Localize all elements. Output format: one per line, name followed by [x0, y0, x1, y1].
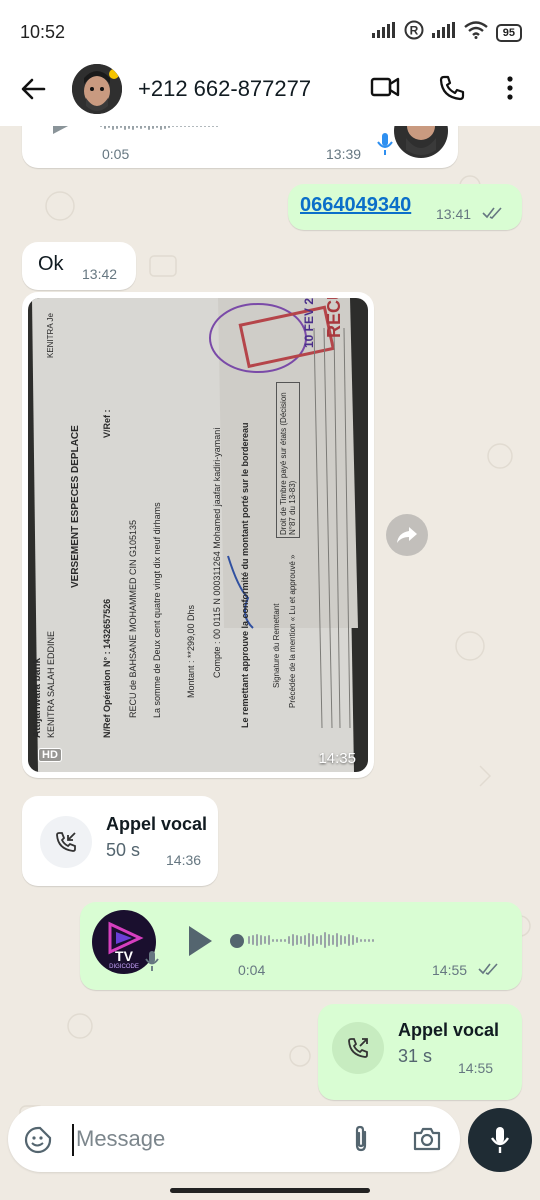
- message-outgoing-phone[interactable]: 0664049340 13:41: [288, 184, 522, 230]
- call-icon-circle: [332, 1022, 384, 1074]
- wifi-icon: [463, 21, 488, 44]
- voice-record-button[interactable]: [468, 1108, 532, 1172]
- receipt-stamp-date: 10 FEV 202: [302, 298, 316, 348]
- home-indicator[interactable]: [170, 1188, 370, 1193]
- call-title: Appel vocal: [398, 1020, 500, 1040]
- paperclip-icon[interactable]: [350, 1124, 372, 1159]
- receipt-timbre: Droit de Timbre payé sur états (Décision…: [276, 382, 300, 538]
- phone-number-link[interactable]: 0664049340: [300, 194, 411, 217]
- receipt-stamp-word: RECU: [324, 298, 344, 338]
- receipt-mention: Précédée de la mention « Lu et approuvé …: [288, 554, 297, 708]
- message-time: 14:55: [458, 1060, 494, 1076]
- composer-bar: Message: [0, 1104, 540, 1174]
- receipt-montant: Montant : **299,00 Dhs: [186, 604, 196, 698]
- more-vertical-icon[interactable]: [500, 74, 520, 107]
- double-check-icon: [478, 962, 500, 981]
- system-nav-bar: [0, 1180, 540, 1200]
- play-icon[interactable]: [186, 926, 214, 961]
- message-text: Ok: [38, 253, 64, 275]
- receipt-photo[interactable]: Attijariwafa bank KENITRA SALAH EDDINE K…: [28, 298, 368, 772]
- svg-text:R: R: [409, 24, 418, 38]
- call-icon-circle: [40, 816, 92, 868]
- message-time: 13:41: [436, 206, 472, 222]
- voice-message-outgoing[interactable]: TV DIGICODE 0:04 14:55: [80, 902, 522, 990]
- message-time: 14:55: [432, 962, 468, 978]
- video-camera-icon[interactable]: [370, 74, 400, 105]
- image-time: 14:35: [318, 750, 356, 767]
- mic-icon: [489, 1125, 511, 1160]
- message-time: 13:39: [326, 146, 362, 162]
- call-duration: 50 s: [106, 840, 141, 860]
- voice-duration: 0:04: [238, 962, 266, 978]
- receipt-title: VERSEMENT ESPECES DEPLACE: [70, 425, 81, 588]
- voice-message-incoming[interactable]: 0:05 13:39: [22, 126, 458, 168]
- contact-name[interactable]: +212 662-877277: [138, 76, 311, 102]
- receipt-somme: La somme de Deux cent quatre vingt dix n…: [152, 502, 162, 718]
- receipt-branch-short: KENITRA Je: [46, 313, 55, 358]
- call-log-outgoing[interactable]: Appel vocal 31 s 14:55: [318, 1004, 522, 1100]
- message-time: 13:42: [82, 266, 118, 282]
- arrow-left-icon[interactable]: [20, 76, 46, 107]
- receipt-compte: Compte : 00 0115 N 000311264 Mohamed jaa…: [212, 427, 222, 678]
- play-icon[interactable]: [50, 126, 72, 139]
- mic-icon: [376, 132, 394, 161]
- battery-indicator: 95: [495, 23, 522, 42]
- receipt-signature: Signature du Remettant: [272, 603, 281, 689]
- receipt-bank: Attijariwafa bank: [32, 657, 43, 738]
- camera-icon[interactable]: [412, 1126, 442, 1157]
- double-check-icon: [482, 206, 504, 225]
- forward-icon: [395, 525, 419, 550]
- call-title: Appel vocal: [106, 814, 208, 834]
- chat-area[interactable]: 0:05 13:39 0664049340 13:41 Ok 13:42 Att…: [0, 126, 540, 1180]
- receipt-branch: KENITRA SALAH EDDINE: [46, 630, 56, 738]
- voice-duration: 0:05: [102, 146, 130, 162]
- status-time: 10:52: [20, 22, 66, 42]
- message-input[interactable]: Message: [76, 1126, 165, 1152]
- voice-waveform[interactable]: [248, 932, 374, 948]
- message-incoming-ok[interactable]: Ok 13:42: [22, 242, 136, 290]
- message-time: 14:36: [166, 852, 202, 868]
- receipt-text-block: Attijariwafa bank KENITRA SALAH EDDINE K…: [32, 298, 368, 738]
- contact-avatar[interactable]: [72, 64, 122, 114]
- incoming-call-icon: [54, 830, 78, 859]
- hd-badge: HD: [38, 748, 62, 762]
- voice-progress-dot[interactable]: [230, 934, 244, 948]
- registered-icon: R: [404, 20, 424, 45]
- forward-button[interactable]: [386, 514, 428, 556]
- chat-header: +212 662-877277: [0, 52, 540, 126]
- phone-icon[interactable]: [438, 74, 466, 107]
- call-log-incoming[interactable]: Appel vocal 50 s 14:36: [22, 796, 218, 886]
- call-duration: 31 s: [398, 1046, 433, 1066]
- receipt-remettant: Le remettant approuve la conformité du m…: [240, 422, 250, 728]
- outgoing-call-icon: [346, 1036, 370, 1065]
- receipt-op: N/Ref Opération N° : 1432657526: [102, 598, 112, 738]
- signal-icon-2: [431, 22, 456, 43]
- message-input-container[interactable]: Message: [8, 1106, 460, 1172]
- receipt-ref: V/Ref :: [102, 409, 112, 438]
- mic-icon: [144, 950, 160, 977]
- status-icons: R 95: [371, 20, 522, 45]
- sticker-icon[interactable]: [24, 1126, 52, 1159]
- receipt-recu: RECU de BAHSANE MOHAMMED CIN G105135: [128, 519, 138, 718]
- voice-sender-avatar: [394, 126, 448, 158]
- text-cursor: [72, 1124, 74, 1156]
- signal-icon: [371, 22, 396, 43]
- image-message[interactable]: Attijariwafa bank KENITRA SALAH EDDINE K…: [22, 292, 374, 778]
- voice-waveform[interactable]: [100, 126, 218, 130]
